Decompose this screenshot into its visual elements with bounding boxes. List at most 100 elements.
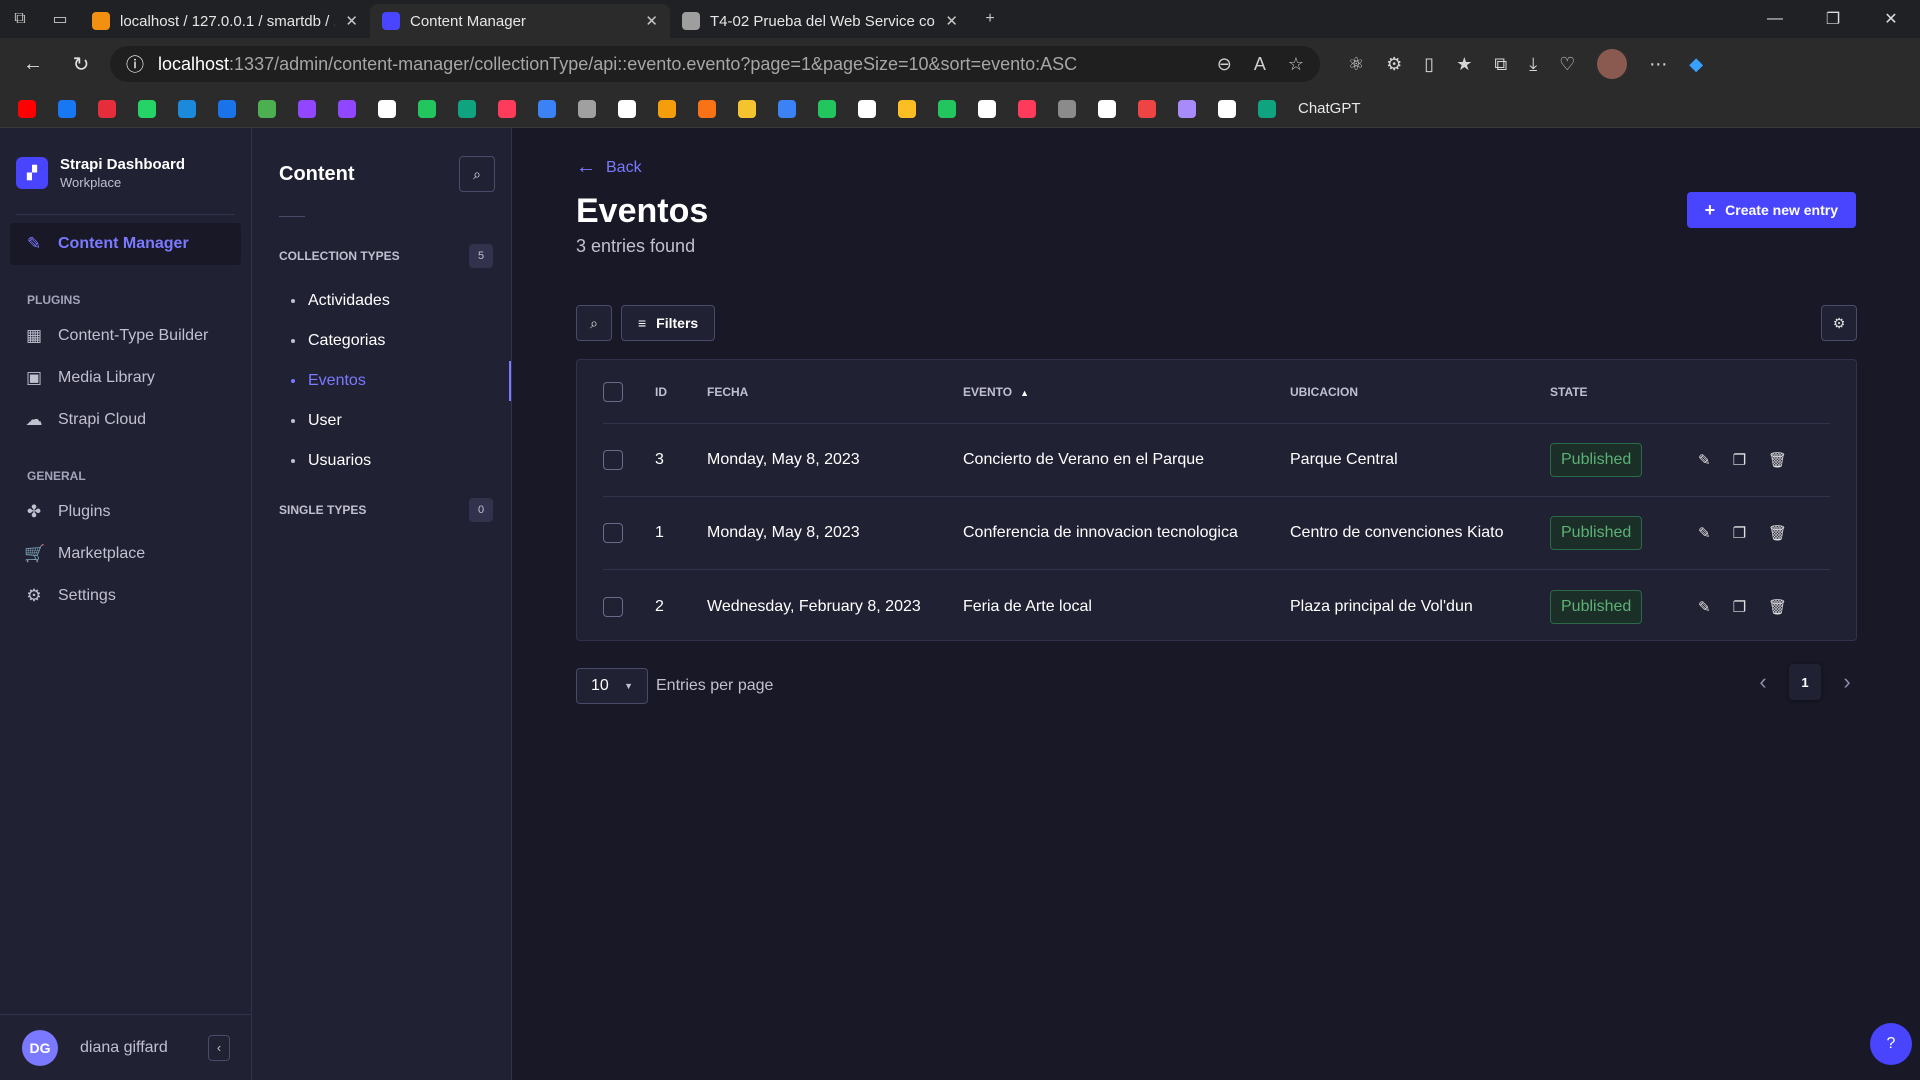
browser-tab-content-manager[interactable]: Content Manager ✕ — [370, 4, 670, 38]
sub-nav-item-user[interactable]: User — [252, 401, 511, 441]
select-all-checkbox[interactable] — [603, 381, 623, 402]
next-page-icon[interactable]: › — [1837, 669, 1857, 695]
bookmark-icon[interactable] — [698, 99, 716, 118]
downloads-icon[interactable]: ⤓ — [1529, 54, 1537, 75]
close-tab-icon[interactable]: ✕ — [345, 12, 358, 30]
back-link[interactable]: ← Back — [576, 156, 642, 179]
zoom-icon[interactable]: ⊖ — [1217, 54, 1232, 75]
bookmark-icon[interactable] — [98, 99, 116, 118]
duplicate-icon[interactable]: ❐ — [1733, 598, 1746, 616]
browser-essentials-icon[interactable]: ♡ — [1559, 54, 1575, 75]
row-checkbox[interactable] — [603, 523, 623, 543]
chatgpt-bookmark-icon[interactable] — [1258, 99, 1276, 118]
restore-icon[interactable]: ❐ — [1804, 0, 1862, 38]
header-ubicacion[interactable]: UBICACION — [1290, 385, 1550, 399]
user-avatar[interactable]: DG — [22, 1029, 58, 1066]
bookmark-icon[interactable] — [1018, 99, 1036, 118]
bookmark-icon[interactable] — [978, 99, 996, 118]
bookmark-icon[interactable] — [538, 99, 556, 118]
browser-tab-phpmyadmin[interactable]: localhost / 127.0.0.1 / smartdb / ... ✕ — [80, 4, 370, 38]
bookmark-icon[interactable] — [658, 99, 676, 118]
nav-item-marketplace[interactable]: 🛒 Marketplace — [10, 533, 241, 575]
profile-avatar[interactable] — [1597, 49, 1628, 79]
new-tab-icon[interactable]: + — [970, 0, 1010, 38]
favorites-icon[interactable]: ★ — [1456, 54, 1472, 75]
collapse-nav-button[interactable]: ‹ — [208, 1034, 230, 1061]
back-arrow-icon[interactable]: ← — [14, 45, 52, 83]
bookmark-icon[interactable] — [578, 99, 596, 118]
bookmark-icon[interactable] — [58, 99, 76, 118]
bookmark-icon[interactable] — [298, 99, 316, 118]
single-types-section[interactable]: SINGLE TYPES 0 — [252, 497, 511, 523]
nav-item-strapi-cloud[interactable]: ☁ Strapi Cloud — [10, 399, 241, 441]
bookmark-icon[interactable] — [618, 99, 636, 118]
nav-item-content-type-builder[interactable]: ▦ Content-Type Builder — [10, 315, 241, 357]
bookmark-icon[interactable] — [818, 99, 836, 118]
read-aloud-icon[interactable]: A — [1254, 54, 1266, 75]
row-checkbox[interactable] — [603, 450, 623, 470]
sub-nav-item-categorias[interactable]: Categorias — [252, 321, 511, 361]
collection-types-section[interactable]: COLLECTION TYPES 5 — [252, 243, 511, 269]
copilot-icon[interactable]: ◆ — [1689, 54, 1703, 75]
bookmark-icon[interactable] — [458, 99, 476, 118]
nav-item-media-library[interactable]: ▣ Media Library — [10, 357, 241, 399]
bookmark-icon[interactable] — [898, 99, 916, 118]
bookmark-icon[interactable] — [218, 99, 236, 118]
close-tab-icon[interactable]: ✕ — [945, 12, 958, 30]
page-size-select[interactable]: 10 ▼ — [576, 668, 648, 704]
create-new-entry-button[interactable]: + Create new entry — [1686, 192, 1856, 228]
user-name[interactable]: diana giffard — [80, 1039, 186, 1057]
reload-icon[interactable]: ↻ — [62, 45, 100, 83]
bookmark-icon[interactable] — [1098, 99, 1116, 118]
nav-item-settings[interactable]: ⚙ Settings — [10, 575, 241, 617]
url-input[interactable]: ⓘ localhost:1337/admin/content-manager/c… — [110, 46, 1320, 82]
edit-pencil-icon[interactable]: ✎ — [1698, 451, 1711, 469]
page-number-current[interactable]: 1 — [1789, 664, 1821, 700]
bookmark-icon[interactable] — [1058, 99, 1076, 118]
more-menu-icon[interactable]: ⋯ — [1649, 54, 1667, 75]
split-screen-icon[interactable]: ▯ — [1424, 54, 1434, 75]
row-checkbox[interactable] — [603, 596, 623, 617]
sub-nav-item-eventos[interactable]: Eventos — [252, 361, 511, 401]
edit-pencil-icon[interactable]: ✎ — [1698, 524, 1711, 542]
table-row[interactable]: 1 Monday, May 8, 2023 Conferencia de inn… — [603, 497, 1830, 570]
bookmark-icon[interactable] — [778, 99, 796, 118]
close-window-icon[interactable]: ✕ — [1862, 0, 1920, 38]
bookmark-icon[interactable] — [378, 99, 396, 118]
bookmark-icon[interactable] — [338, 99, 356, 118]
bookmark-icon[interactable] — [178, 99, 196, 118]
bookmark-icon[interactable] — [858, 99, 876, 118]
header-id[interactable]: ID — [655, 385, 707, 399]
chatgpt-bookmark-label[interactable]: ChatGPT — [1298, 100, 1361, 117]
table-row[interactable]: 3 Monday, May 8, 2023 Concierto de Veran… — [603, 424, 1830, 497]
nav-item-content-manager[interactable]: ✎ Content Manager — [10, 223, 241, 265]
header-evento[interactable]: EVENTO ▲ — [963, 385, 1290, 399]
bookmark-icon[interactable] — [738, 99, 756, 118]
view-settings-button[interactable]: ⚙ — [1821, 305, 1857, 341]
table-search-button[interactable]: ⌕ — [576, 305, 612, 341]
trash-icon[interactable]: 🗑 — [1768, 598, 1787, 616]
duplicate-icon[interactable]: ❐ — [1733, 451, 1746, 469]
favorite-star-icon[interactable]: ☆ — [1288, 54, 1304, 75]
workspaces-icon[interactable]: ⧉ — [0, 0, 40, 38]
close-tab-icon[interactable]: ✕ — [645, 12, 658, 30]
header-fecha[interactable]: FECHA — [707, 385, 963, 399]
edit-pencil-icon[interactable]: ✎ — [1698, 598, 1711, 616]
bookmark-icon[interactable] — [938, 99, 956, 118]
nav-item-plugins[interactable]: ✤ Plugins — [10, 491, 241, 533]
trash-icon[interactable]: 🗑 — [1768, 451, 1787, 469]
sub-nav-search-button[interactable]: ⌕ — [459, 156, 495, 192]
react-devtools-icon[interactable]: ⚛ — [1348, 54, 1364, 75]
trash-icon[interactable]: 🗑 — [1768, 524, 1787, 542]
bookmark-icon[interactable] — [258, 99, 276, 118]
collections-icon[interactable]: ⧉ — [1494, 54, 1507, 75]
bookmark-icon[interactable] — [1218, 99, 1236, 118]
bookmark-icon[interactable] — [138, 99, 156, 118]
duplicate-icon[interactable]: ❐ — [1733, 524, 1746, 542]
sub-nav-item-usuarios[interactable]: Usuarios — [252, 441, 511, 481]
minimize-icon[interactable]: — — [1746, 0, 1804, 38]
bookmark-icon[interactable] — [1178, 99, 1196, 118]
browser-tab-t4-02[interactable]: T4-02 Prueba del Web Service co... ✕ — [670, 4, 970, 38]
previous-page-icon[interactable]: ‹ — [1753, 669, 1773, 695]
bookmark-icon[interactable] — [18, 99, 36, 118]
